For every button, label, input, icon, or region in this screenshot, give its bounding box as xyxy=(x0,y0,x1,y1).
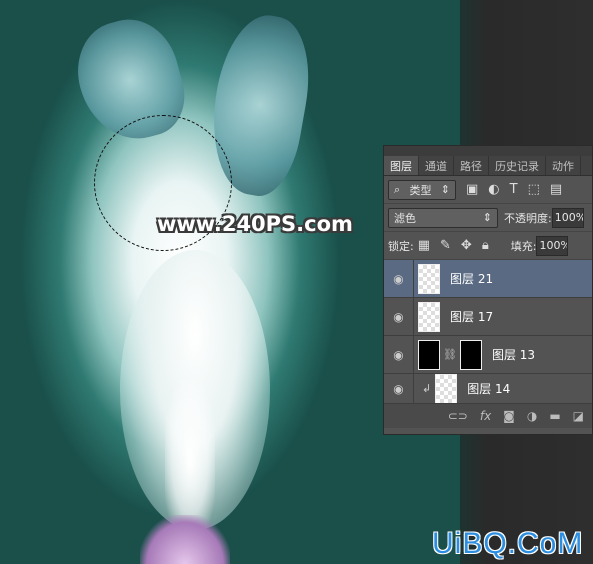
layer-name: 图层 21 xyxy=(450,272,494,286)
tab-actions[interactable]: 动作 xyxy=(546,156,581,175)
link-icon[interactable]: ⊂⊃ xyxy=(448,409,468,423)
layers-panel: 图层 通道 路径 历史记录 动作 ⌕ 类型 ⇕ ▣ ◐ T ⬚ ▤ 滤色 ⇕ 不… xyxy=(383,145,593,435)
layer-row[interactable]: ◉ ↲ 图层 14 xyxy=(384,374,592,404)
layer-row[interactable]: ◉ ⛓ 图层 13 xyxy=(384,336,592,374)
lock-pixels-brush-icon[interactable]: ✎ xyxy=(440,238,451,253)
fill-input[interactable]: 100% xyxy=(536,235,569,256)
lock-all-icon[interactable]: 🔒︎ xyxy=(482,238,489,253)
watermark-uibq: UiBQ.CoM xyxy=(432,527,584,560)
filter-type-value: 类型 xyxy=(409,183,432,197)
filter-type-select[interactable]: ⌕ 类型 ⇕ xyxy=(388,179,456,200)
type-filter-icon[interactable]: T xyxy=(510,182,518,197)
visibility-eye-icon[interactable]: ◉ xyxy=(384,260,414,297)
visibility-eye-icon[interactable]: ◉ xyxy=(384,298,414,335)
smart-object-filter-icon[interactable]: ▤ xyxy=(550,182,562,197)
filter-row: ⌕ 类型 ⇕ ▣ ◐ T ⬚ ▤ xyxy=(384,176,592,204)
panel-tabs: 图层 通道 路径 历史记录 动作 xyxy=(384,156,592,176)
panel-footer: ⊂⊃ fx ◙ ◑ ▬ ◪ xyxy=(384,404,592,428)
layer-thumbnail xyxy=(418,339,440,370)
layer-name: 图层 14 xyxy=(467,382,511,396)
blend-mode-value: 滤色 xyxy=(394,211,416,225)
new-layer-icon[interactable]: ◪ xyxy=(573,409,584,423)
opacity-label: 不透明度: xyxy=(504,211,552,225)
fx-icon[interactable]: fx xyxy=(480,409,491,423)
layer-thumbnail xyxy=(435,374,458,403)
adjustment-filter-icon[interactable]: ◐ xyxy=(488,182,499,197)
layer-name: 图层 13 xyxy=(491,348,536,362)
mask-icon[interactable]: ◙ xyxy=(503,409,515,423)
layer-thumbnail xyxy=(418,263,440,294)
layer-row[interactable]: ◉ 图层 17 xyxy=(384,298,592,336)
visibility-eye-icon[interactable]: ◉ xyxy=(384,336,414,373)
panel-header[interactable] xyxy=(384,146,592,156)
updown-icon: ⇕ xyxy=(440,183,450,196)
lock-label: 锁定: xyxy=(388,239,414,253)
image-filter-icon[interactable]: ▣ xyxy=(466,182,478,197)
layer-thumbnail xyxy=(418,301,440,332)
mask-link-icon[interactable]: ⛓ xyxy=(443,348,457,361)
tab-history[interactable]: 历史记录 xyxy=(489,156,546,175)
lotus-flower xyxy=(140,515,230,564)
shape-filter-icon[interactable]: ⬚ xyxy=(528,182,540,197)
tab-layers[interactable]: 图层 xyxy=(384,156,419,175)
layer-mask-thumbnail[interactable] xyxy=(459,339,482,370)
tab-channels[interactable]: 通道 xyxy=(419,156,454,175)
layer-name: 图层 17 xyxy=(450,310,494,324)
updown-icon: ⇕ xyxy=(482,211,492,224)
search-icon: ⌕ xyxy=(394,182,401,196)
opacity-input[interactable]: 100% xyxy=(551,207,584,228)
tab-paths[interactable]: 路径 xyxy=(454,156,489,175)
clipping-arrow-icon: ↲ xyxy=(422,382,432,395)
layer-list: ◉ 图层 21 ◉ 图层 17 ◉ ⛓ 图层 13 ◉ ↲ 图层 14 xyxy=(384,260,592,404)
fill-label: 填充: xyxy=(510,239,537,253)
lock-transparency-icon[interactable]: ▦ xyxy=(418,238,430,253)
lock-row: 锁定: ▦ ✎ ✥ 🔒︎ 填充: 100% xyxy=(384,232,592,260)
adjustment-icon[interactable]: ◑ xyxy=(527,409,537,423)
visibility-eye-icon[interactable]: ◉ xyxy=(384,374,414,403)
lock-position-move-icon[interactable]: ✥ xyxy=(461,238,472,253)
blend-row: 滤色 ⇕ 不透明度: 100% xyxy=(384,204,592,232)
watermark-240ps: www.240PS.com xyxy=(157,212,353,236)
blend-mode-select[interactable]: 滤色 ⇕ xyxy=(388,207,498,228)
folder-icon[interactable]: ▬ xyxy=(549,409,560,423)
layer-row[interactable]: ◉ 图层 21 xyxy=(384,260,592,298)
